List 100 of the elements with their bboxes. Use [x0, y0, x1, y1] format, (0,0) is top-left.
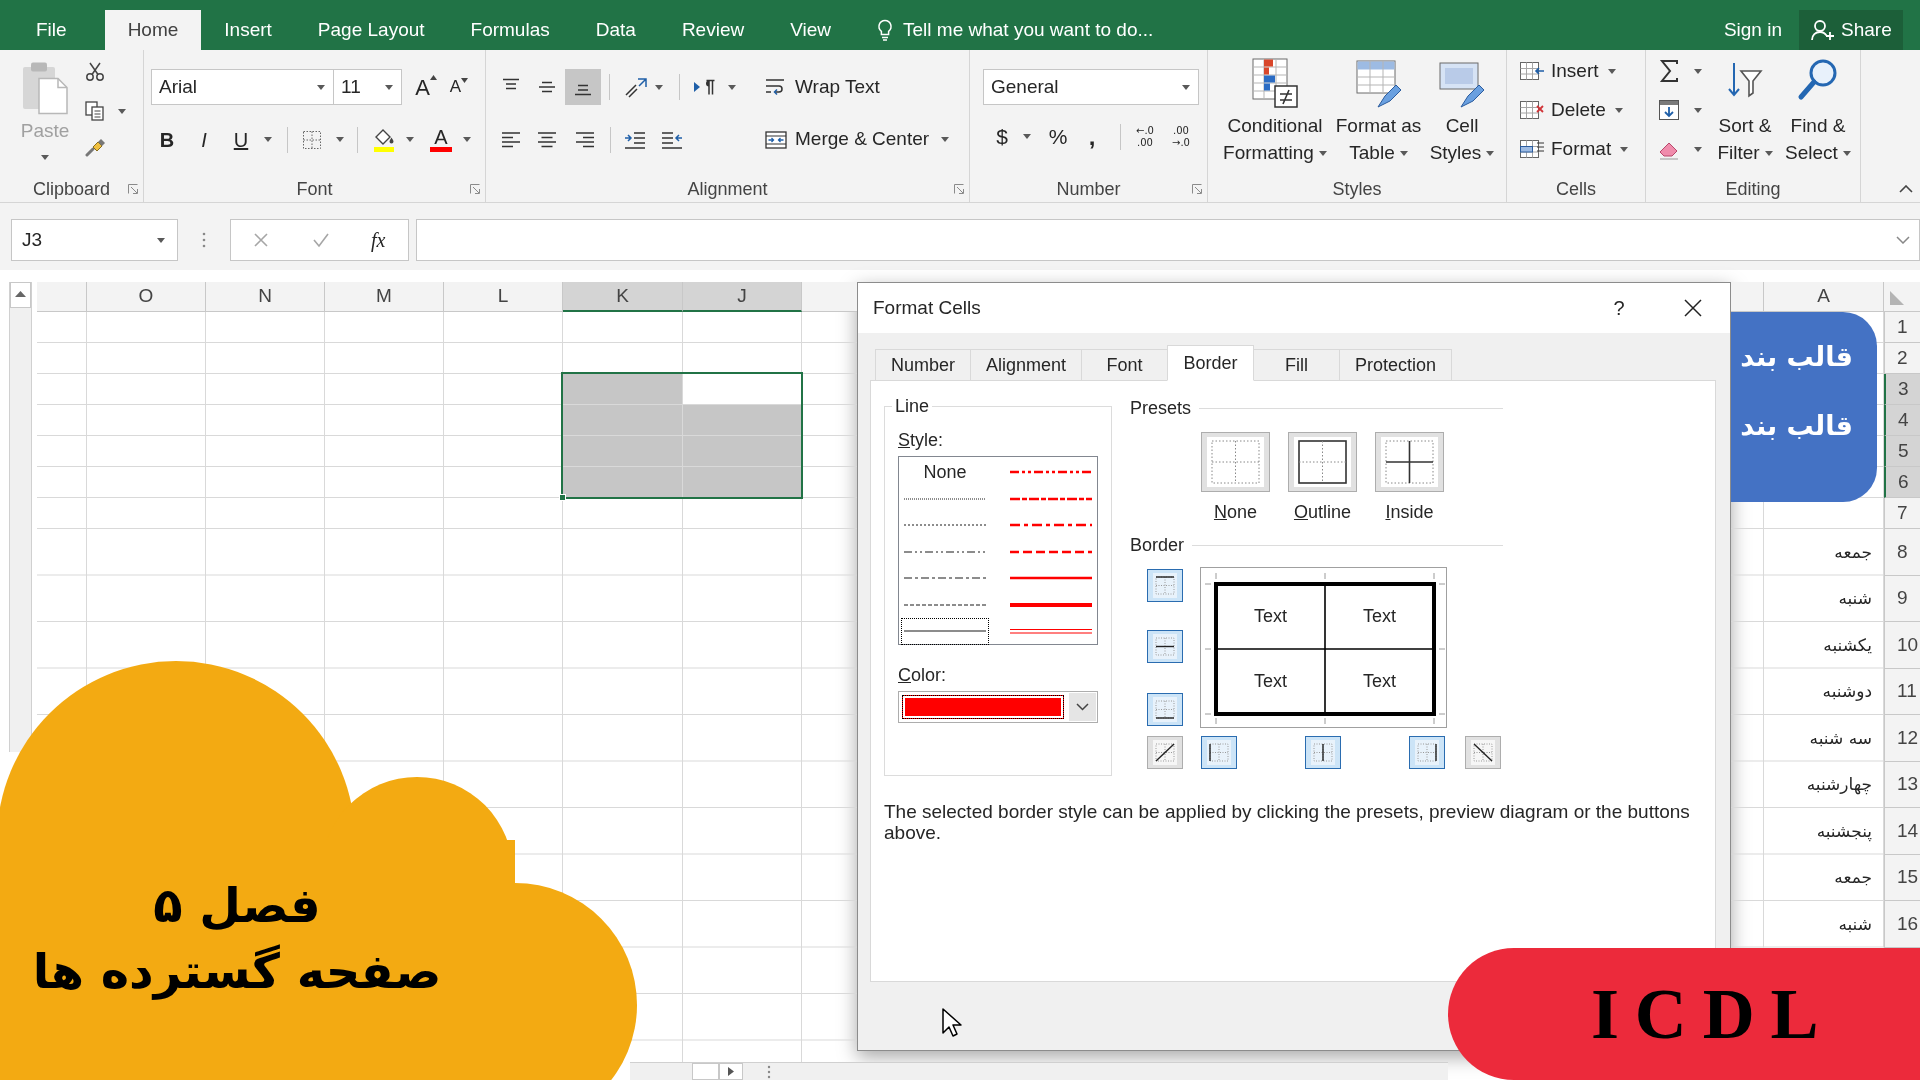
increase-indent-icon[interactable]	[660, 129, 684, 150]
column-header[interactable]: N	[206, 282, 325, 312]
inside-vertical-border-icon[interactable]	[1305, 736, 1341, 769]
caret-icon[interactable]	[941, 137, 950, 142]
caret-icon[interactable]	[1620, 146, 1629, 152]
caret-icon[interactable]	[406, 137, 414, 142]
row-header[interactable]: 12	[1884, 715, 1920, 762]
dialog-launcher-icon[interactable]	[470, 184, 480, 194]
caret-icon[interactable]	[655, 84, 663, 90]
decrease-indent-icon[interactable]	[623, 129, 647, 150]
top-border-icon[interactable]	[1147, 569, 1183, 602]
ribbon-tab[interactable]: Page Layout	[294, 10, 448, 50]
row-header[interactable]: 8	[1884, 529, 1920, 576]
border-preview[interactable]: Text Text Text Text	[1200, 567, 1447, 728]
column-header[interactable]: M	[325, 282, 444, 312]
orientation-icon[interactable]	[623, 76, 649, 98]
currency-button[interactable]: $	[992, 120, 1012, 153]
diagonal-up-border-icon[interactable]	[1147, 736, 1183, 769]
dialog-launcher-icon[interactable]	[1192, 184, 1202, 194]
column-header[interactable]: K	[563, 282, 683, 312]
share-button[interactable]: Share	[1799, 10, 1903, 50]
preset-button[interactable]: Inside	[1375, 432, 1444, 523]
percent-button[interactable]: %	[1046, 120, 1070, 153]
column-header[interactable]: A	[1764, 282, 1884, 312]
row-header[interactable]: 10	[1884, 622, 1920, 669]
ribbon-tab[interactable]: View	[767, 10, 855, 50]
caret-icon[interactable]	[1614, 107, 1623, 113]
caret-icon[interactable]	[1694, 146, 1702, 152]
format-cells-button[interactable]: Format	[1519, 134, 1645, 164]
caret-icon[interactable]	[157, 237, 165, 243]
sigma-icon[interactable]	[1658, 59, 1680, 83]
format-as-table-button[interactable]: Format as Table	[1331, 50, 1426, 166]
underline-button[interactable]: U	[227, 124, 255, 155]
row-header[interactable]: 7	[1884, 498, 1920, 529]
formula-input[interactable]	[416, 219, 1920, 261]
caret-icon[interactable]	[463, 137, 471, 142]
caret-icon[interactable]	[1764, 151, 1773, 157]
dialog-launcher-icon[interactable]	[954, 184, 964, 194]
align-center-icon[interactable]	[535, 129, 559, 150]
bold-button[interactable]: B	[153, 124, 181, 155]
caret-icon[interactable]	[385, 84, 393, 90]
find-select-button[interactable]: Find & Select	[1782, 50, 1854, 166]
row-header[interactable]: 6	[1884, 467, 1920, 498]
sort-filter-button[interactable]: Sort & Filter	[1714, 50, 1776, 166]
row-header[interactable]: 14	[1884, 808, 1920, 855]
scroll-up-icon[interactable]	[10, 282, 31, 308]
scroll-right-icon[interactable]	[719, 1063, 743, 1080]
wrap-text-button[interactable]: Wrap Text	[765, 72, 880, 102]
paintbrush-icon[interactable]	[85, 137, 105, 157]
right-border-icon[interactable]	[1409, 736, 1445, 769]
align-right-icon[interactable]	[573, 129, 597, 150]
decrease-decimal-button[interactable]: .00 →.0	[1167, 124, 1195, 149]
grow-font-button[interactable]: A	[413, 72, 439, 102]
caret-icon[interactable]	[1182, 84, 1190, 90]
collapse-ribbon-icon[interactable]	[1899, 185, 1913, 193]
ribbon-tab[interactable]: Insert	[201, 10, 295, 50]
comma-style-button[interactable]: ,	[1084, 126, 1100, 147]
line-style-option[interactable]: None	[901, 459, 989, 486]
cell-styles-button[interactable]: Cell Styles	[1426, 50, 1498, 166]
borders-icon[interactable]	[302, 129, 322, 150]
fill-down-icon[interactable]	[1658, 98, 1680, 122]
caret-icon[interactable]	[1486, 151, 1495, 157]
caret-icon[interactable]	[1842, 151, 1851, 157]
checkmark-icon[interactable]	[312, 232, 330, 248]
copy-icon[interactable]	[85, 101, 105, 121]
row-header[interactable]: 16	[1884, 901, 1920, 948]
increase-decimal-button[interactable]: ←.0 .00	[1131, 124, 1159, 149]
sign-in-link[interactable]: Sign in	[1723, 15, 1782, 45]
dialog-launcher-icon[interactable]	[128, 184, 138, 194]
caret-icon[interactable]	[1694, 68, 1702, 74]
column-header[interactable]: O	[87, 282, 206, 312]
row-header[interactable]: 9	[1884, 575, 1920, 622]
preset-button[interactable]: None	[1201, 432, 1270, 523]
italic-button[interactable]: I	[190, 124, 218, 155]
caret-icon[interactable]	[1694, 107, 1702, 113]
column-header[interactable]: L	[444, 282, 563, 312]
fill-handle[interactable]	[559, 494, 566, 501]
tell-me-field[interactable]: Tell me what you want to do...	[903, 15, 1204, 45]
font-name-field[interactable]: Arial	[151, 69, 334, 105]
delete-cells-button[interactable]: Delete	[1519, 95, 1645, 125]
insert-function-button[interactable]: fx	[371, 225, 386, 255]
caret-icon[interactable]	[264, 137, 272, 142]
inside-horizontal-border-icon[interactable]	[1147, 630, 1183, 663]
color-dropdown[interactable]	[898, 691, 1098, 723]
font-color-button[interactable]: A	[429, 127, 453, 152]
ribbon-tab[interactable]: Data	[572, 10, 659, 50]
preset-button[interactable]: Outline	[1288, 432, 1357, 523]
caret-icon[interactable]	[317, 84, 325, 90]
column-header[interactable]: J	[683, 282, 802, 312]
blank-tile-icon[interactable]	[692, 1063, 719, 1080]
chevron-down-icon[interactable]	[1069, 693, 1096, 721]
row-header[interactable]: 2	[1884, 343, 1920, 374]
line-style-option[interactable]	[901, 618, 989, 645]
caret-icon[interactable]	[728, 84, 736, 90]
ribbon-tab[interactable]: Home	[104, 10, 202, 50]
ribbon-tab[interactable]: File	[12, 10, 91, 50]
insert-cells-button[interactable]: Insert	[1519, 56, 1645, 86]
text-direction-icon[interactable]	[692, 77, 716, 97]
name-box[interactable]: J3	[11, 219, 178, 261]
row-header[interactable]: 11	[1884, 668, 1920, 715]
